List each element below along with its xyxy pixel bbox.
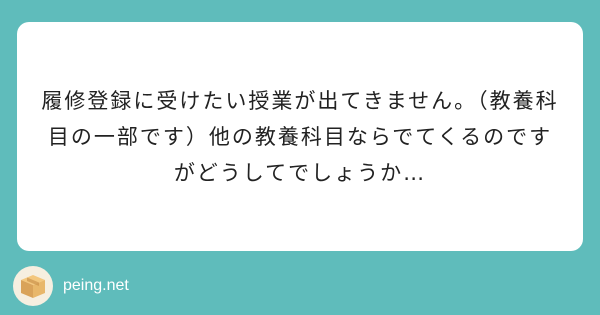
box-icon [13,266,53,306]
question-card: 履修登録に受けたい授業が出てきません。（教養科目の一部です）他の教養科目ならでて… [17,22,583,251]
footer: peing.net [13,266,129,306]
site-name[interactable]: peing.net [63,277,129,295]
question-text: 履修登録に受けたい授業が出てきません。（教養科目の一部です）他の教養科目ならでて… [41,88,559,185]
